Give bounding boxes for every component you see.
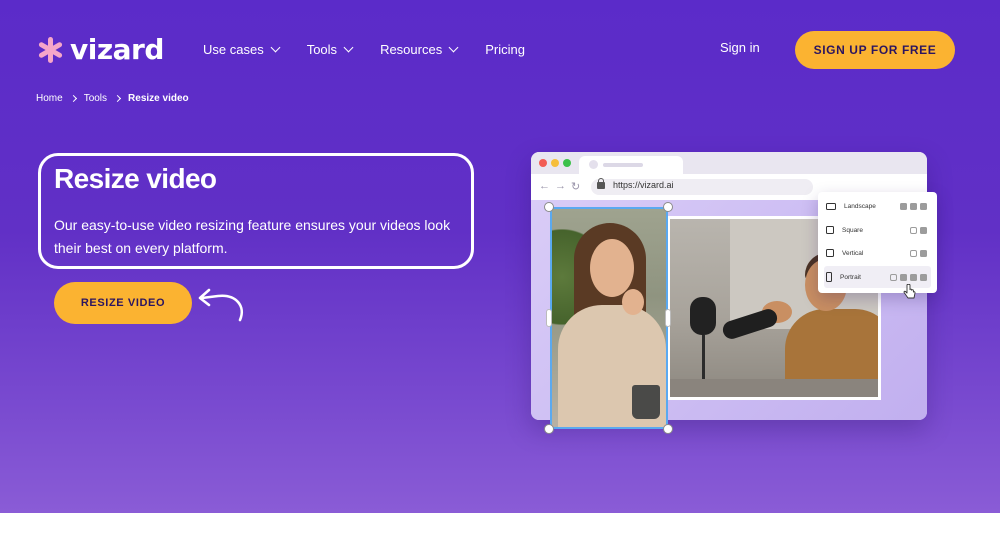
instagram-icon [910,249,917,257]
portrait-crop-frame[interactable] [550,207,668,429]
tab-title-placeholder [603,163,643,167]
resize-handle-top-left[interactable] [544,202,554,212]
platform-icons [890,273,927,281]
nav-tools[interactable]: Tools [306,40,354,58]
woman-hand [622,289,644,315]
lock-icon [597,178,605,189]
resize-handle-bottom-left[interactable] [544,424,554,434]
sign-in-link[interactable]: Sign in [720,40,760,55]
aspect-option-square[interactable]: Square [824,219,931,241]
twitter-icon [920,226,927,234]
curved-arrow-icon [198,288,243,322]
nav-resources[interactable]: Resources [380,40,459,58]
square-shape-icon [826,226,834,234]
breadcrumb: Home Tools Resize video [36,93,189,104]
resize-video-button[interactable]: RESIZE VIDEO [54,282,192,324]
microphone-icon [690,297,716,335]
nav-label: Pricing [485,41,525,57]
aspect-ratio-menu: Landscape Square Vertical Portrait [818,192,937,293]
youtube-icon [920,273,927,281]
tab-favicon-icon [589,160,598,169]
chevron-right-icon [69,94,77,103]
forward-arrow-icon: → [555,180,566,192]
facebook-icon [910,202,917,210]
platform-icons [910,249,927,257]
aspect-option-vertical[interactable]: Vertical [824,242,931,264]
maximize-dot-icon [563,159,571,167]
breadcrumb-current: Resize video [128,93,189,104]
logo[interactable]: vizard [36,36,164,64]
resize-handle-left[interactable] [546,309,552,327]
chevron-down-icon [343,42,354,52]
main-nav: Use cases Tools Resources Pricing [203,40,525,58]
back-arrow-icon: ← [539,180,550,192]
page-below-hero [0,513,1000,550]
linkedin-icon [920,202,927,210]
aspect-option-label: Vertical [842,249,864,257]
resize-handle-top-right[interactable] [663,202,673,212]
hero-section: vizard Use cases Tools Resources Pricing… [0,0,1000,513]
woman-face [590,239,634,297]
sign-up-button[interactable]: SIGN UP FOR FREE [795,31,955,69]
facebook-icon [910,273,917,281]
instagram-icon [890,273,897,281]
nav-use-cases[interactable]: Use cases [203,40,281,58]
instagram-icon [910,226,917,234]
cup [632,385,660,419]
page-description: Our easy-to-use video resizing feature e… [54,217,451,256]
chevron-down-icon [270,42,281,52]
desk [670,379,878,397]
logo-text: vizard [70,33,164,66]
resize-handle-bottom-right[interactable] [663,424,673,434]
address-url: https://vizard.ai [613,180,674,190]
chevron-down-icon [448,42,459,52]
nav-pricing[interactable]: Pricing [485,40,525,58]
tiktok-icon [900,273,907,281]
aspect-option-label: Landscape [844,202,876,210]
nav-label: Use cases [203,41,264,57]
resize-handle-right[interactable] [665,309,671,327]
chevron-right-icon [114,94,122,103]
close-dot-icon [539,159,547,167]
platform-icons [900,202,927,210]
breadcrumb-tools[interactable]: Tools [84,93,107,104]
vertical-shape-icon [826,249,834,257]
nav-label: Resources [380,41,443,57]
facebook-icon [920,249,927,257]
page-title: Resize video [54,163,217,194]
platform-icons [910,226,927,234]
reload-icon: ↻ [571,181,581,193]
breadcrumb-home[interactable]: Home [36,93,63,104]
minimize-dot-icon [551,159,559,167]
aspect-option-label: Portrait [840,273,861,281]
landscape-shape-icon [826,202,836,210]
youtube-icon [900,202,907,210]
hand-pointer-icon [903,284,916,299]
aspect-option-landscape[interactable]: Landscape [824,195,931,217]
aspect-option-label: Square [842,226,863,234]
portrait-shape-icon [826,272,832,282]
asterisk-logo-icon [36,36,64,64]
browser-titlebar [531,152,927,174]
nav-label: Tools [306,41,338,57]
